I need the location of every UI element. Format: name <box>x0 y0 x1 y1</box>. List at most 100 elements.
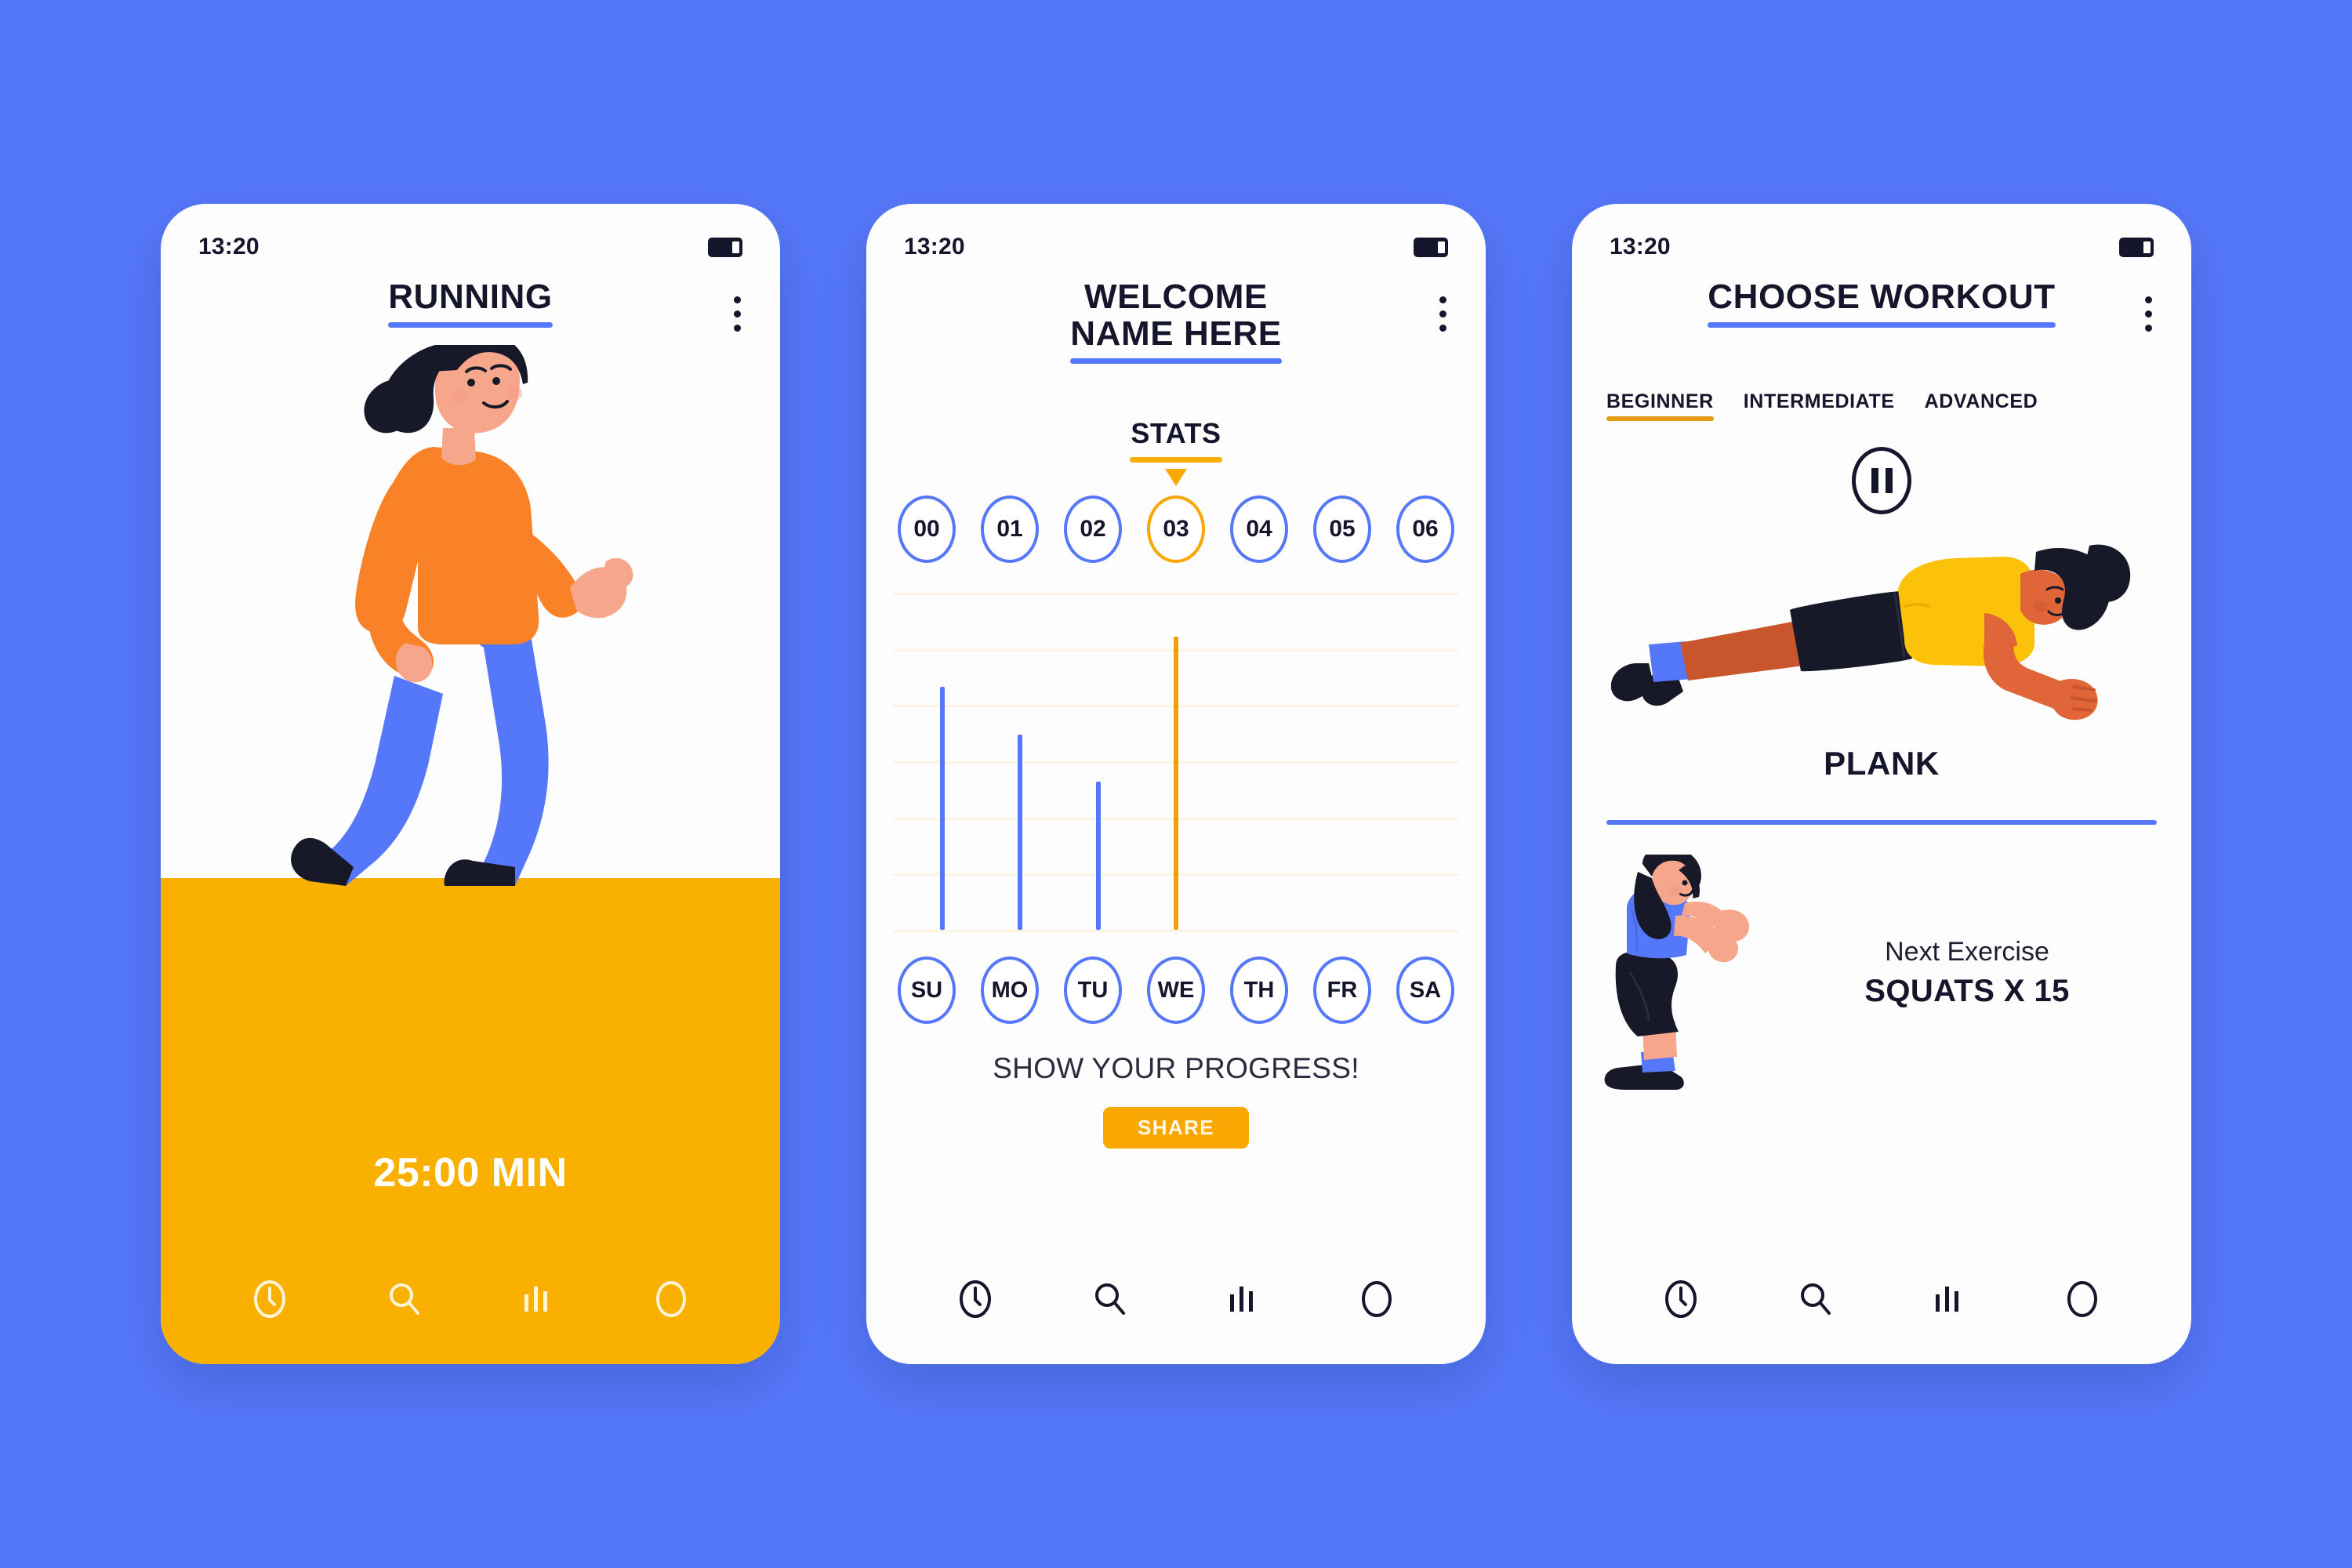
phone-screen-welcome: 13:20 WELCOME NAME HERE STATS 00 01 02 0… <box>866 204 1486 1364</box>
bottom-nav <box>161 1272 780 1327</box>
status-time: 13:20 <box>198 234 260 260</box>
number-chip[interactable]: 00 <box>898 495 956 563</box>
difficulty-tabs: BEGINNER INTERMEDIATE ADVANCED <box>1606 390 2157 421</box>
search-icon <box>1800 1283 1831 1315</box>
stats-section-label: STATS <box>866 417 1486 463</box>
number-chip[interactable]: 04 <box>1230 495 1288 563</box>
circle-icon <box>2067 1281 2097 1317</box>
screens-row: 13:20 RUNNING 25:00 MIN 13:20 WELCOME NA… <box>0 0 2352 1568</box>
page-title: CHOOSE WORKOUT <box>1708 278 2056 316</box>
nav-stats-button[interactable] <box>511 1273 563 1325</box>
title-underline <box>1070 358 1282 365</box>
chart-bar-slot <box>1225 593 1283 930</box>
kebab-menu-icon[interactable] <box>2140 292 2157 336</box>
current-exercise-name: PLANK <box>1824 745 1940 782</box>
next-exercise-value: SQUATS X 15 <box>1864 973 2070 1008</box>
nav-search-button[interactable] <box>1789 1273 1841 1325</box>
share-button[interactable]: SHARE <box>1102 1107 1250 1149</box>
number-chip[interactable]: 02 <box>1064 495 1122 563</box>
bottom-nav <box>866 1272 1486 1327</box>
chart-bar <box>1018 734 1023 930</box>
stats-underline <box>1130 457 1222 463</box>
weekday-chip[interactable]: TH <box>1230 956 1288 1024</box>
section-divider <box>1606 820 2157 825</box>
bar-chart-icon <box>1936 1287 1959 1312</box>
weekday-selector-row: SU MO TU WE TH FR SA <box>898 956 1454 1024</box>
chart-gridline <box>893 930 1459 932</box>
weekday-chip[interactable]: MO <box>981 956 1039 1024</box>
phone-screen-running: 13:20 RUNNING 25:00 MIN <box>161 204 780 1364</box>
app-header: CHOOSE WORKOUT <box>1572 278 2191 332</box>
chart-bars <box>893 593 1459 930</box>
weekday-chip[interactable]: SU <box>898 956 956 1024</box>
nav-clock-button[interactable] <box>949 1273 1001 1325</box>
status-time: 13:20 <box>904 234 965 260</box>
tab-advanced[interactable]: ADVANCED <box>1925 390 2038 421</box>
next-exercise-row: Next Exercise SQUATS X 15 <box>1603 855 2160 1090</box>
next-exercise-text: Next Exercise SQUATS X 15 <box>1788 935 2160 1009</box>
next-exercise-label: Next Exercise <box>1885 937 2049 967</box>
status-bar: 13:20 <box>866 230 1486 263</box>
status-bar: 13:20 <box>161 230 780 263</box>
weekday-chip[interactable]: WE <box>1147 956 1205 1024</box>
page-title: WELCOME NAME HERE <box>1070 278 1282 353</box>
nav-profile-button[interactable] <box>1351 1273 1403 1325</box>
nav-profile-button[interactable] <box>2056 1273 2108 1325</box>
nav-profile-button[interactable] <box>645 1273 697 1325</box>
nav-stats-button[interactable] <box>1922 1273 1974 1325</box>
chart-bar <box>1173 636 1178 930</box>
status-time: 13:20 <box>1610 234 1671 260</box>
number-chip[interactable]: 01 <box>981 495 1039 563</box>
weekday-chip[interactable]: SA <box>1396 956 1454 1024</box>
clock-icon <box>960 1280 992 1318</box>
kebab-menu-icon[interactable] <box>729 292 746 336</box>
kebab-menu-icon[interactable] <box>1435 292 1451 336</box>
nav-search-button[interactable] <box>378 1273 430 1325</box>
nav-clock-button[interactable] <box>244 1273 296 1325</box>
battery-icon <box>708 237 742 257</box>
app-header: RUNNING <box>161 278 780 332</box>
search-icon <box>389 1283 419 1315</box>
chart-bar <box>940 687 945 930</box>
chart-bar-slot <box>991 593 1049 930</box>
battery-icon <box>2119 237 2154 257</box>
status-bar: 13:20 <box>1572 230 2191 263</box>
nav-clock-button[interactable] <box>1655 1273 1707 1325</box>
workout-timer: 25:00 MIN <box>373 1150 568 1196</box>
progress-bar-chart <box>893 593 1459 932</box>
chart-bar-slot <box>1381 593 1439 930</box>
title-underline <box>1708 321 2056 328</box>
nav-search-button[interactable] <box>1083 1273 1135 1325</box>
man-plank-illustration <box>1610 544 2131 720</box>
running-illustration-stage <box>161 345 780 1364</box>
title-underline <box>388 321 553 328</box>
pause-icon <box>1871 468 1878 493</box>
chart-bar-slot <box>1147 593 1205 930</box>
chart-bar-slot <box>1069 593 1127 930</box>
weekday-chip[interactable]: FR <box>1313 956 1371 1024</box>
clock-icon <box>1665 1280 1697 1318</box>
number-selector-row: 00 01 02 03 04 05 06 <box>898 495 1454 563</box>
progress-callout: SHOW YOUR PROGRESS! <box>993 1052 1359 1084</box>
tab-intermediate[interactable]: INTERMEDIATE <box>1744 390 1895 421</box>
nav-stats-button[interactable] <box>1217 1273 1269 1325</box>
phone-screen-choose-workout: 13:20 CHOOSE WORKOUT BEGINNER INTERMEDIA… <box>1572 204 2191 1364</box>
pause-icon <box>1885 468 1893 493</box>
number-chip[interactable]: 05 <box>1313 495 1371 563</box>
number-chip-selected[interactable]: 03 <box>1147 495 1205 563</box>
pause-button[interactable] <box>1852 447 1911 514</box>
page-title-wrap: RUNNING <box>388 278 553 328</box>
bar-chart-icon <box>1230 1287 1254 1312</box>
battery-icon <box>1414 237 1448 257</box>
woman-squat-illustration <box>1604 855 1749 1090</box>
chart-bar-slot <box>1303 593 1361 930</box>
bar-chart-icon <box>524 1287 548 1312</box>
tab-beginner[interactable]: BEGINNER <box>1606 390 1714 421</box>
page-title-wrap: CHOOSE WORKOUT <box>1708 278 2056 328</box>
bottom-nav <box>1572 1272 2191 1327</box>
page-title: RUNNING <box>388 278 553 316</box>
number-chip[interactable]: 06 <box>1396 495 1454 563</box>
weekday-chip[interactable]: TU <box>1064 956 1122 1024</box>
chart-bar-slot <box>913 593 971 930</box>
circle-icon <box>655 1281 686 1317</box>
